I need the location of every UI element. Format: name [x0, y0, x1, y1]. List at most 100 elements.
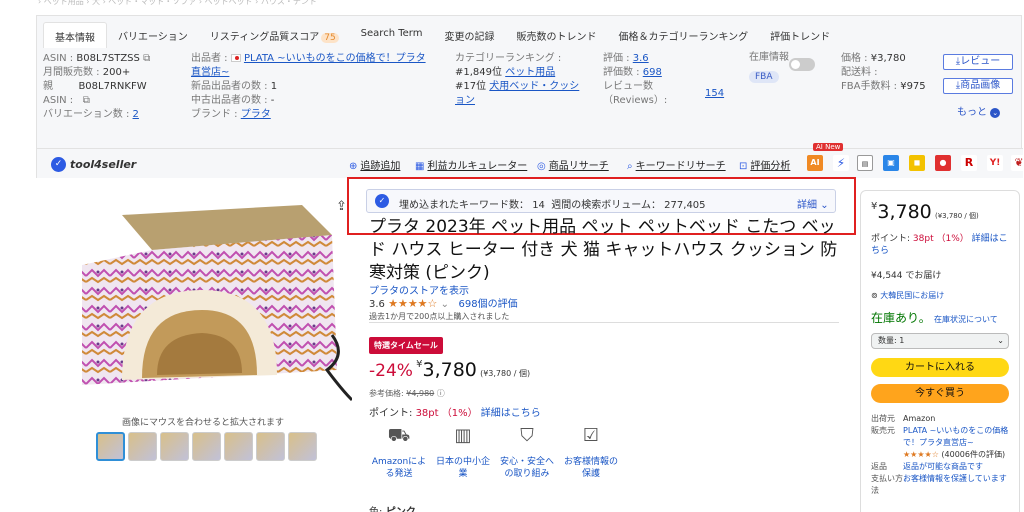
- seller-label: 出品者 :: [191, 53, 228, 64]
- thumbnail[interactable]: [192, 432, 221, 461]
- new-sellers-label: 新品出品者の数 :: [191, 81, 268, 92]
- brand-label: ブランド :: [191, 109, 238, 120]
- variation-link[interactable]: 2: [133, 109, 139, 120]
- add-to-cart-button[interactable]: カートに入れる: [871, 358, 1009, 377]
- brand-link[interactable]: プラタ: [241, 109, 271, 120]
- seller-stars: ★★★★☆: [903, 450, 939, 459]
- product-research-button[interactable]: ◎ 商品リサーチ: [537, 157, 609, 172]
- feature-safety[interactable]: ⛉ 安心・安全への取り組み: [497, 427, 557, 480]
- app4-icon[interactable]: ●: [935, 155, 951, 171]
- feature-small-business[interactable]: ▥ 日本の中小企業: [433, 427, 493, 480]
- stock-toggle[interactable]: [789, 58, 815, 71]
- return-link[interactable]: 返品が可能な商品です: [903, 461, 983, 473]
- location-label: 大韓民国にお届け: [880, 291, 945, 300]
- thumbnail[interactable]: [128, 432, 157, 461]
- app1-icon[interactable]: ▤: [857, 155, 873, 171]
- feature-label: Amazonによる発送: [371, 457, 427, 479]
- tool-label: 追跡追加: [360, 161, 401, 172]
- seller-info: 出品者 : PLATA ~いいものをこの価格で！プラタ直営店~ 新品出品者の数 …: [191, 52, 426, 122]
- review-button-label: レビュー: [960, 56, 1001, 67]
- quantity-select[interactable]: 数量: 1 ⌄: [871, 333, 1009, 349]
- track-add-button[interactable]: ⊕ 追跡追加: [349, 157, 400, 172]
- monthly-value: 200+: [102, 67, 131, 78]
- tool-label: 商品リサーチ: [548, 161, 609, 172]
- tool4seller-panel: 基本情報 バリエーション リスティング品質スコア 75 Search Term 変…: [36, 15, 1024, 178]
- tool-label: 評価分析: [750, 161, 791, 172]
- rating-count-link[interactable]: 698: [643, 67, 662, 78]
- points-link[interactable]: 詳細はこちら: [481, 408, 541, 419]
- review-count-link[interactable]: 154: [705, 87, 724, 101]
- price-label: 価格 :: [841, 53, 868, 64]
- ref-price-row: 参考価格: ¥4,980 ⓘ: [369, 388, 445, 399]
- stock-link[interactable]: 在庫状況について: [934, 315, 998, 324]
- product-image[interactable]: [62, 195, 354, 405]
- hover-hint: 画像にマウスを合わせると拡大されます: [122, 418, 285, 428]
- stock-info: 在庫情報 FBA: [749, 52, 829, 84]
- rating-link[interactable]: 3.6: [633, 53, 649, 64]
- share-icon[interactable]: ⇪: [336, 199, 347, 214]
- parent-label: 親: [43, 81, 53, 92]
- fba-badge: FBA: [749, 71, 779, 83]
- discount-value: -24%: [369, 361, 413, 381]
- profit-calculator-button[interactable]: ▦ 利益カルキュレーター: [415, 157, 527, 172]
- tab-search-term[interactable]: Search Term: [350, 22, 434, 48]
- ship-from-value: Amazon: [903, 414, 936, 423]
- review-label-sub: （Reviews）:: [603, 95, 668, 106]
- tab-variation[interactable]: バリエーション: [107, 22, 199, 48]
- rating-row: 3.6 ★★★★☆ ⌄ 698個の評価: [369, 295, 518, 310]
- ratings-count-link[interactable]: 698個の評価: [459, 299, 518, 310]
- thumbnail[interactable]: [160, 432, 189, 461]
- buy-now-button[interactable]: 今すぐ買う: [871, 384, 1009, 403]
- shipping-label: 配送料 :: [841, 67, 878, 78]
- lightning-icon[interactable]: ⚡: [833, 155, 849, 171]
- feature-label: 日本の中小企業: [435, 457, 490, 479]
- copy-icon[interactable]: ⧉: [143, 53, 150, 64]
- tab-rating-trend[interactable]: 評価トレンド: [759, 22, 841, 48]
- asin-info: ASIN : B08L7STZSS ⧉ 月間販売数 : 200+ 親 B08L7…: [43, 52, 150, 122]
- feature-privacy[interactable]: ☑ お客様情報の保護: [561, 427, 621, 480]
- payment-label: 支払い方法: [871, 474, 903, 495]
- thumbnail[interactable]: [288, 432, 317, 461]
- rating-stars[interactable]: ★★★★☆: [388, 297, 437, 310]
- gift-icon[interactable]: ❦: [1011, 155, 1024, 171]
- app3-icon[interactable]: ◼: [909, 155, 925, 171]
- price-info: 価格 : ¥3,780 配送料 : FBA手数料 : ¥975: [841, 52, 941, 94]
- location-link[interactable]: ⊚ 大韓民国にお届け: [871, 290, 944, 301]
- thumbnail[interactable]: [224, 432, 253, 461]
- tab-price-rank[interactable]: 価格＆カテゴリーランキング: [607, 22, 759, 48]
- payment-link[interactable]: お客様情報を保護しています: [903, 473, 1007, 497]
- rakuten-icon[interactable]: R: [961, 155, 977, 171]
- fba-fee-value: ¥975: [900, 81, 926, 92]
- feature-label: お客様情報の保護: [563, 457, 618, 479]
- yahoo-icon[interactable]: Y!: [987, 155, 1003, 171]
- seller-link[interactable]: PLATA ~いいものをこの価格で！プラタ直営店~: [903, 425, 1016, 449]
- image-download-button[interactable]: ⤓商品画像: [943, 78, 1013, 94]
- logo-icon: ✓: [51, 157, 66, 172]
- tab-quality-score[interactable]: リスティング品質スコア 75: [199, 22, 350, 48]
- keyword-research-button[interactable]: ⌕ キーワードリサーチ: [627, 157, 726, 172]
- ref-price-value: ¥4,980: [406, 389, 435, 398]
- review-download-button[interactable]: ⤓レビュー: [943, 54, 1013, 70]
- copy-icon[interactable]: ⧉: [83, 95, 90, 106]
- tab-change-log[interactable]: 変更の記録: [433, 22, 505, 48]
- chevron-down-icon[interactable]: ⌄: [441, 299, 449, 310]
- more-link[interactable]: もっと ⌄: [957, 103, 1001, 118]
- used-sellers-value: -: [270, 95, 275, 106]
- thumbnail[interactable]: [96, 432, 125, 461]
- tab-basic-info[interactable]: 基本情報: [43, 22, 107, 48]
- rank1-category-link[interactable]: ペット用品: [505, 67, 555, 78]
- color-label: 色:: [369, 507, 382, 512]
- divider: [369, 322, 839, 323]
- info-icon[interactable]: ⓘ: [437, 389, 445, 398]
- tab-sales-trend[interactable]: 販売数のトレンド: [505, 22, 607, 48]
- parent-asin-value: B08L7RNKFW: [78, 81, 147, 92]
- calculator-icon: ▦: [415, 161, 425, 172]
- ai-icon[interactable]: AI: [807, 155, 823, 171]
- app2-icon[interactable]: ▣: [883, 155, 899, 171]
- thumbnail[interactable]: [256, 432, 285, 461]
- rank-label: カテゴリーランキング :: [455, 53, 562, 64]
- review-analysis-button[interactable]: ⊡ 評価分析: [739, 157, 790, 172]
- rank2-value: #17位: [455, 81, 487, 92]
- product-title: プラタ 2023年 ペット用品 ペット ペットベッド こたつ ベッド ハウス ヒ…: [369, 217, 838, 283]
- feature-amazon-shipping[interactable]: ⛟ Amazonによる発送: [369, 427, 429, 480]
